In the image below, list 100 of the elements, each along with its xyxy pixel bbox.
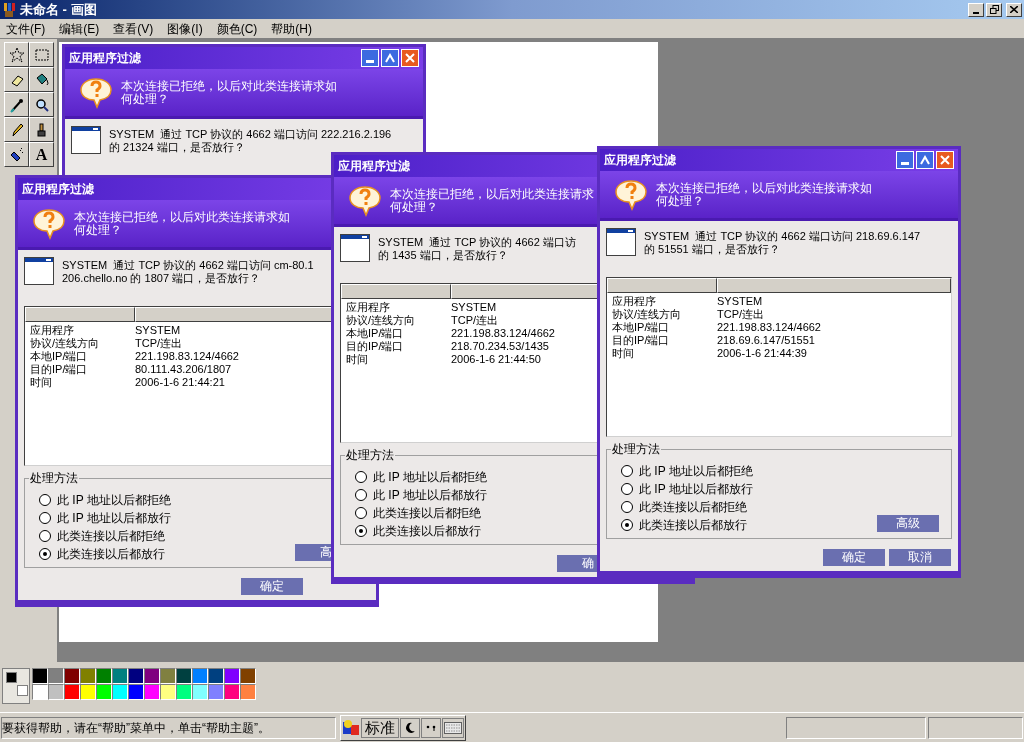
color-swatch[interactable] — [64, 668, 80, 684]
tool-button[interactable] — [29, 117, 54, 142]
full-width-toggle[interactable] — [400, 717, 420, 738]
menu-item[interactable]: 查看(V) — [111, 19, 156, 38]
radio-button[interactable] — [355, 471, 367, 483]
text-tool-button[interactable]: A — [29, 142, 54, 167]
menu-item[interactable]: 文件(F) — [4, 19, 48, 38]
color-swatch[interactable] — [96, 684, 112, 700]
radio-button[interactable] — [355, 525, 367, 537]
input-method-icon[interactable] — [342, 718, 360, 737]
minimize-icon — [973, 11, 979, 14]
dialog-prompt: 本次连接已拒绝，以后对此类连接请求何处理？ — [390, 187, 595, 214]
radio-button[interactable] — [621, 465, 633, 477]
question-bubble-icon — [79, 76, 113, 109]
radio-button[interactable] — [39, 494, 51, 506]
color-swatch[interactable] — [48, 684, 64, 700]
radio-option[interactable]: 此类连接以后都拒绝 — [621, 498, 747, 516]
color-swatch[interactable] — [160, 668, 176, 684]
detail-value: TCP/连出 — [135, 337, 183, 350]
color-swatch[interactable] — [32, 668, 48, 684]
column-header[interactable] — [607, 278, 717, 293]
tool-button[interactable] — [29, 42, 54, 67]
question-bubble-icon — [614, 178, 648, 211]
radio-button[interactable] — [39, 530, 51, 542]
color-swatch[interactable] — [144, 684, 160, 700]
punctuation-toggle[interactable] — [421, 717, 441, 738]
color-swatch[interactable] — [64, 684, 80, 700]
menu-item[interactable]: 颜色(C) — [214, 19, 260, 38]
color-swatch[interactable] — [80, 684, 96, 700]
close-button[interactable] — [1006, 2, 1022, 17]
color-swatch[interactable] — [144, 668, 160, 684]
radio-button[interactable] — [355, 489, 367, 501]
radio-button[interactable] — [39, 548, 51, 560]
dialog-button[interactable]: 确定 — [823, 549, 885, 566]
restore-button[interactable] — [986, 2, 1002, 17]
menu-item[interactable]: 图像(I) — [165, 19, 205, 38]
tool-button[interactable] — [4, 92, 29, 117]
tool-button[interactable] — [4, 117, 29, 142]
radio-option[interactable]: 此类连接以后都放行 — [621, 516, 747, 534]
spray-can-icon — [8, 146, 25, 163]
color-swatch[interactable] — [112, 684, 128, 700]
color-swatch[interactable] — [32, 684, 48, 700]
radio-option[interactable]: 此 IP 地址以后都放行 — [39, 509, 171, 527]
radio-button[interactable] — [355, 507, 367, 519]
tool-button[interactable] — [4, 142, 29, 167]
color-swatch[interactable] — [128, 668, 144, 684]
color-swatch[interactable] — [192, 684, 208, 700]
color-swatch[interactable] — [208, 668, 224, 684]
color-swatch[interactable] — [224, 684, 240, 700]
color-swatch[interactable] — [240, 684, 256, 700]
radio-button[interactable] — [621, 483, 633, 495]
tool-button[interactable] — [29, 67, 54, 92]
radio-option[interactable]: 此类连接以后都放行 — [355, 522, 481, 540]
maximize-button[interactable] — [916, 151, 934, 169]
color-swatch[interactable] — [48, 668, 64, 684]
color-swatch[interactable] — [176, 668, 192, 684]
dialog-title: 应用程序过滤 — [69, 50, 141, 67]
dialog-button[interactable]: 取消 — [889, 549, 951, 566]
radio-option[interactable]: 此类连接以后都拒绝 — [39, 527, 165, 545]
column-header[interactable] — [25, 307, 135, 322]
tool-button[interactable] — [4, 42, 29, 67]
minimize-button[interactable] — [968, 2, 984, 17]
menu-item[interactable]: 编辑(E) — [57, 19, 102, 38]
soft-keyboard-button[interactable] — [442, 717, 464, 738]
dialog-button[interactable]: 确定 — [241, 578, 303, 595]
radio-option[interactable]: 此类连接以后都放行 — [39, 545, 165, 563]
dialog-title: 应用程序过滤 — [604, 152, 676, 169]
color-swatch[interactable] — [160, 684, 176, 700]
menu-item[interactable]: 帮助(H) — [269, 19, 314, 38]
radio-button[interactable] — [621, 519, 633, 531]
color-swatch[interactable] — [208, 684, 224, 700]
detail-value: SYSTEM — [717, 295, 763, 308]
radio-option[interactable]: 此 IP 地址以后都放行 — [621, 480, 753, 498]
window-icon — [71, 126, 101, 154]
color-swatch[interactable] — [224, 668, 240, 684]
color-swatch[interactable] — [96, 668, 112, 684]
color-swatch[interactable] — [176, 684, 192, 700]
tool-button[interactable] — [4, 67, 29, 92]
radio-button[interactable] — [621, 501, 633, 513]
tool-button[interactable] — [29, 92, 54, 117]
radio-option[interactable]: 此 IP 地址以后都拒绝 — [355, 468, 487, 486]
detail-value: TCP/连出 — [717, 308, 765, 321]
maximize-button[interactable] — [381, 49, 399, 67]
color-swatch[interactable] — [128, 684, 144, 700]
radio-button[interactable] — [39, 512, 51, 524]
color-swatch[interactable] — [192, 668, 208, 684]
advanced-button[interactable]: 高级 — [877, 515, 939, 532]
radio-option[interactable]: 此 IP 地址以后都拒绝 — [39, 491, 171, 509]
color-swatch[interactable] — [80, 668, 96, 684]
dialog-title: 应用程序过滤 — [338, 158, 410, 175]
radio-option[interactable]: 此 IP 地址以后都放行 — [355, 486, 487, 504]
detail-label: 协议/连线方向 — [346, 314, 417, 327]
radio-option[interactable]: 此 IP 地址以后都拒绝 — [621, 462, 753, 480]
column-header[interactable] — [341, 284, 451, 299]
color-swatch[interactable] — [112, 668, 128, 684]
radio-option[interactable]: 此类连接以后都拒绝 — [355, 504, 481, 522]
color-swatch[interactable] — [240, 668, 256, 684]
column-header[interactable] — [717, 278, 951, 293]
detail-value: 2006-1-6 21:44:39 — [717, 347, 807, 360]
input-mode-button[interactable]: 标准 — [361, 717, 399, 738]
